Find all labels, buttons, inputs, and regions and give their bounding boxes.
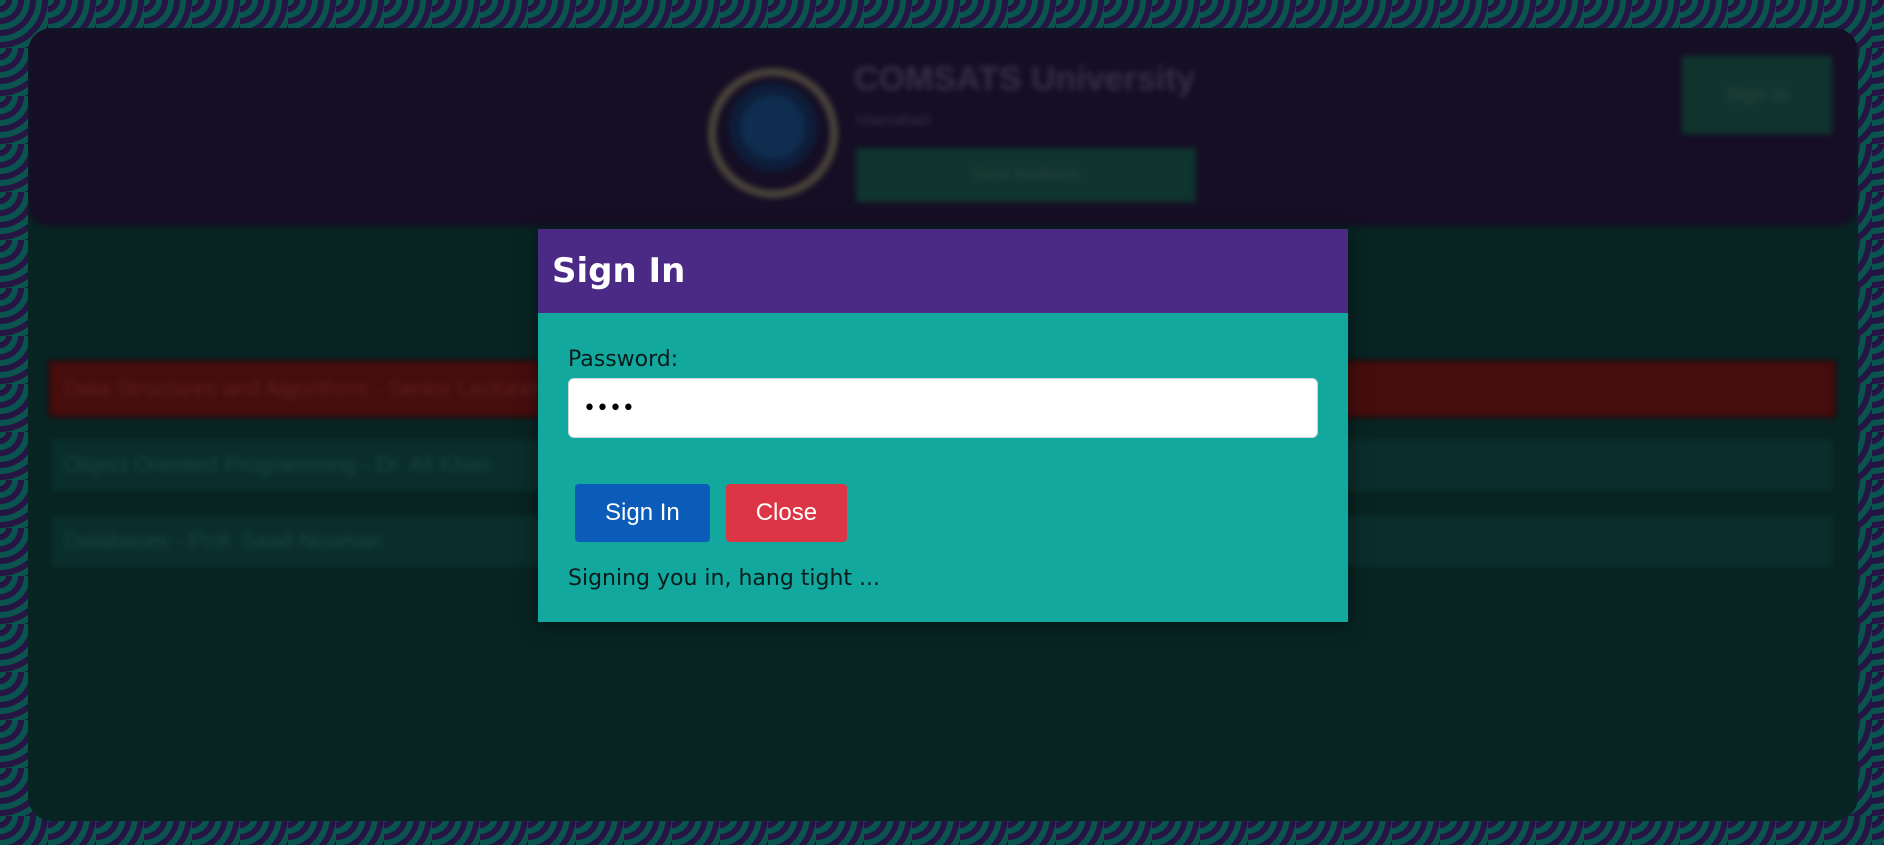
- modal-header: Sign In: [538, 229, 1348, 313]
- status-message: Signing you in, hang tight ...: [568, 566, 881, 591]
- modal-title: Sign In: [552, 251, 686, 291]
- modal-button-row: Sign In Close: [568, 484, 1318, 542]
- close-button[interactable]: Close: [725, 484, 848, 542]
- password-label: Password:: [568, 347, 679, 372]
- modal-body: Password: Sign In Close Signing you in, …: [538, 313, 1348, 591]
- signin-button[interactable]: Sign In: [575, 484, 710, 542]
- signin-modal: Sign In Password: Sign In Close Signing …: [538, 229, 1348, 622]
- password-input[interactable]: [568, 378, 1318, 438]
